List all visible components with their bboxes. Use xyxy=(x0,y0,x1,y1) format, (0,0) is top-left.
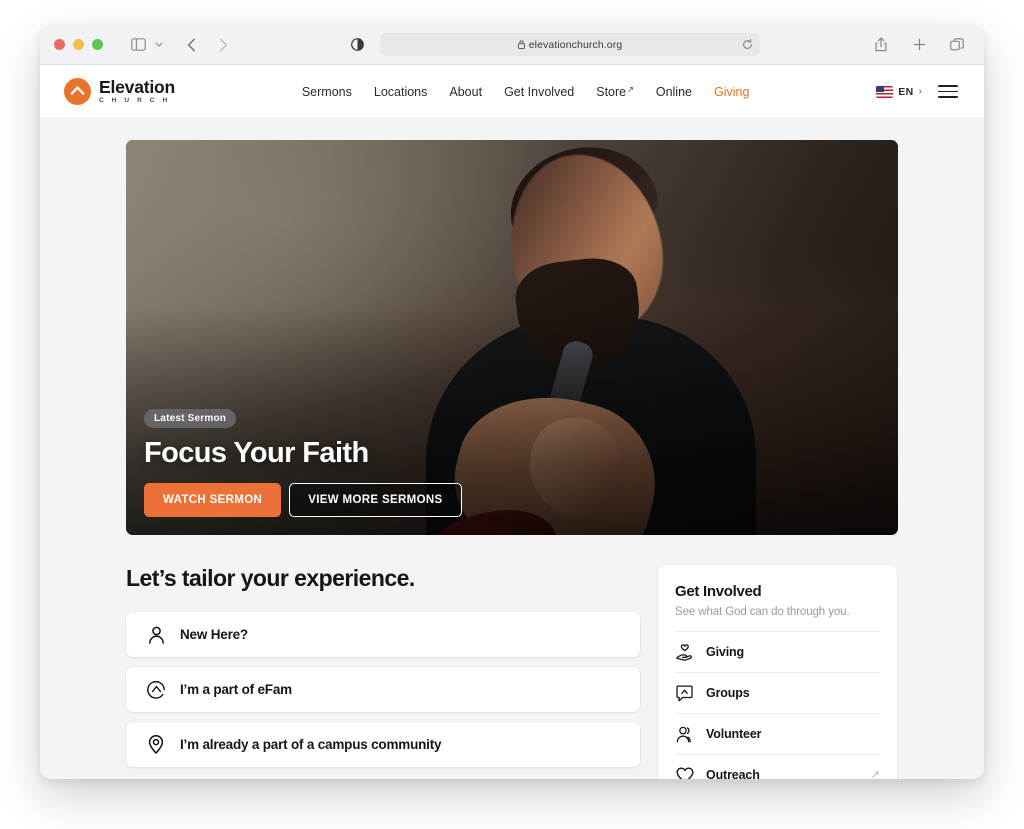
nav-item-about[interactable]: About xyxy=(449,85,482,99)
maximize-window-button[interactable] xyxy=(92,39,103,50)
elevation-chevron-logo-icon xyxy=(64,78,91,105)
nav-item-store[interactable]: Store ↗ xyxy=(596,85,634,99)
chevron-down-icon[interactable] xyxy=(152,32,166,58)
plus-icon[interactable] xyxy=(906,32,932,58)
get-involved-subtitle: See what God can do through you. xyxy=(675,606,850,618)
sidebar-toggle-icon[interactable] xyxy=(125,32,151,58)
toolbar-right-actions xyxy=(868,32,970,58)
chevron-right-icon: › xyxy=(918,86,922,97)
get-involved-item-outreach[interactable]: Outreach ↗ xyxy=(675,754,880,779)
us-flag-icon xyxy=(876,85,894,98)
back-arrow-icon[interactable] xyxy=(178,32,204,58)
tailor-column: Let’s tailor your experience. New Here? xyxy=(126,565,640,779)
nav-label: Locations xyxy=(373,84,428,99)
forward-arrow-icon[interactable] xyxy=(210,32,236,58)
get-involved-label: Outreach xyxy=(706,768,760,779)
logo-subtitle: C H U R C H xyxy=(99,97,171,104)
tab-overview-icon[interactable] xyxy=(944,32,970,58)
option-label: New Here? xyxy=(180,627,248,642)
nav-label: About xyxy=(449,84,483,99)
elevation-circle-icon xyxy=(146,680,166,700)
nav-item-get-involved[interactable]: Get Involved xyxy=(504,85,574,99)
get-involved-label: Volunteer xyxy=(706,727,762,741)
nav-label: Store xyxy=(596,84,627,99)
hero-section: Latest Sermon Focus Your Faith WATCH SER… xyxy=(126,140,898,535)
hero-title: Focus Your Faith xyxy=(144,437,369,469)
heart-icon xyxy=(675,766,694,779)
nav-item-online[interactable]: Online xyxy=(656,85,692,99)
window-controls[interactable] xyxy=(54,39,103,50)
sidebar-controls[interactable] xyxy=(125,32,166,58)
screenshot-root: elevationchurch.org Elevation C H U R C … xyxy=(0,0,1024,829)
header-right-actions: EN › xyxy=(876,82,958,101)
option-label: I’m already a part of a campus community xyxy=(180,737,442,752)
lock-icon xyxy=(517,40,525,49)
page-content: Latest Sermon Focus Your Faith WATCH SER… xyxy=(40,119,984,779)
hand-heart-icon xyxy=(675,643,694,662)
hero-actions: WATCH SERMON VIEW MORE SERMONS xyxy=(144,483,880,517)
nav-label: Online xyxy=(655,84,692,99)
logo-name: Elevation xyxy=(99,76,176,97)
get-involved-column: Get Involved See what God can do through… xyxy=(658,565,897,779)
address-bar[interactable]: elevationchurch.org xyxy=(380,33,760,56)
option-card-efam[interactable]: I’m a part of eFam xyxy=(126,667,640,712)
nav-label: Giving xyxy=(713,84,750,99)
nav-label: Get Involved xyxy=(504,84,575,99)
get-involved-label: Giving xyxy=(706,645,744,659)
tailor-heading: Let’s tailor your experience. xyxy=(126,565,415,591)
watch-sermon-button[interactable]: WATCH SERMON xyxy=(144,483,282,517)
lower-grid: Let’s tailor your experience. New Here? xyxy=(126,565,898,779)
site-header: Elevation C H U R C H Sermons Locations … xyxy=(40,65,984,119)
hero-content: Latest Sermon Focus Your Faith WATCH SER… xyxy=(144,408,880,517)
get-involved-panel: Get Involved See what God can do through… xyxy=(658,565,897,779)
minimize-window-button[interactable] xyxy=(73,39,84,50)
main-navigation: Sermons Locations About Get Involved Sto… xyxy=(302,85,750,99)
external-link-arrow-icon: ↗ xyxy=(870,768,880,779)
hamburger-menu-icon[interactable] xyxy=(937,82,958,101)
get-involved-item-groups[interactable]: Groups xyxy=(675,672,880,713)
browser-window: elevationchurch.org Elevation C H U R C … xyxy=(40,25,984,779)
navigation-arrows[interactable] xyxy=(178,32,236,58)
site-logo[interactable]: Elevation C H U R C H xyxy=(64,78,175,105)
volunteer-people-icon xyxy=(675,725,694,744)
view-more-sermons-button[interactable]: VIEW MORE SERMONS xyxy=(289,483,462,517)
get-involved-title: Get Involved xyxy=(675,583,762,600)
browser-toolbar: elevationchurch.org xyxy=(40,25,984,65)
get-involved-item-giving[interactable]: Giving xyxy=(675,631,880,672)
web-viewport: Elevation C H U R C H Sermons Locations … xyxy=(40,65,984,779)
option-label: I’m a part of eFam xyxy=(180,682,292,697)
close-window-button[interactable] xyxy=(54,39,65,50)
location-pin-icon xyxy=(146,735,166,755)
hero-badge: Latest Sermon xyxy=(144,409,237,428)
groups-chat-icon xyxy=(675,684,694,703)
language-switcher[interactable]: EN › xyxy=(876,85,922,98)
get-involved-item-volunteer[interactable]: Volunteer xyxy=(675,713,880,754)
nav-item-sermons[interactable]: Sermons xyxy=(302,85,352,99)
nav-item-giving[interactable]: Giving xyxy=(714,85,749,99)
share-icon[interactable] xyxy=(868,32,894,58)
reload-icon[interactable] xyxy=(742,39,753,50)
get-involved-label: Groups xyxy=(706,686,750,700)
url-text: elevationchurch.org xyxy=(528,38,623,51)
language-code: EN xyxy=(898,85,914,98)
option-card-new-here[interactable]: New Here? xyxy=(126,612,640,657)
option-card-campus-community[interactable]: I’m already a part of a campus community xyxy=(126,722,640,767)
nav-item-locations[interactable]: Locations xyxy=(374,85,428,99)
nav-label: Sermons xyxy=(301,84,352,99)
external-link-arrow-icon: ↗ xyxy=(627,84,634,94)
get-involved-list: Giving Groups Volunteer Outreach ↗ xyxy=(675,631,880,779)
reader-mode-icon[interactable] xyxy=(344,32,370,58)
person-icon xyxy=(146,625,166,645)
